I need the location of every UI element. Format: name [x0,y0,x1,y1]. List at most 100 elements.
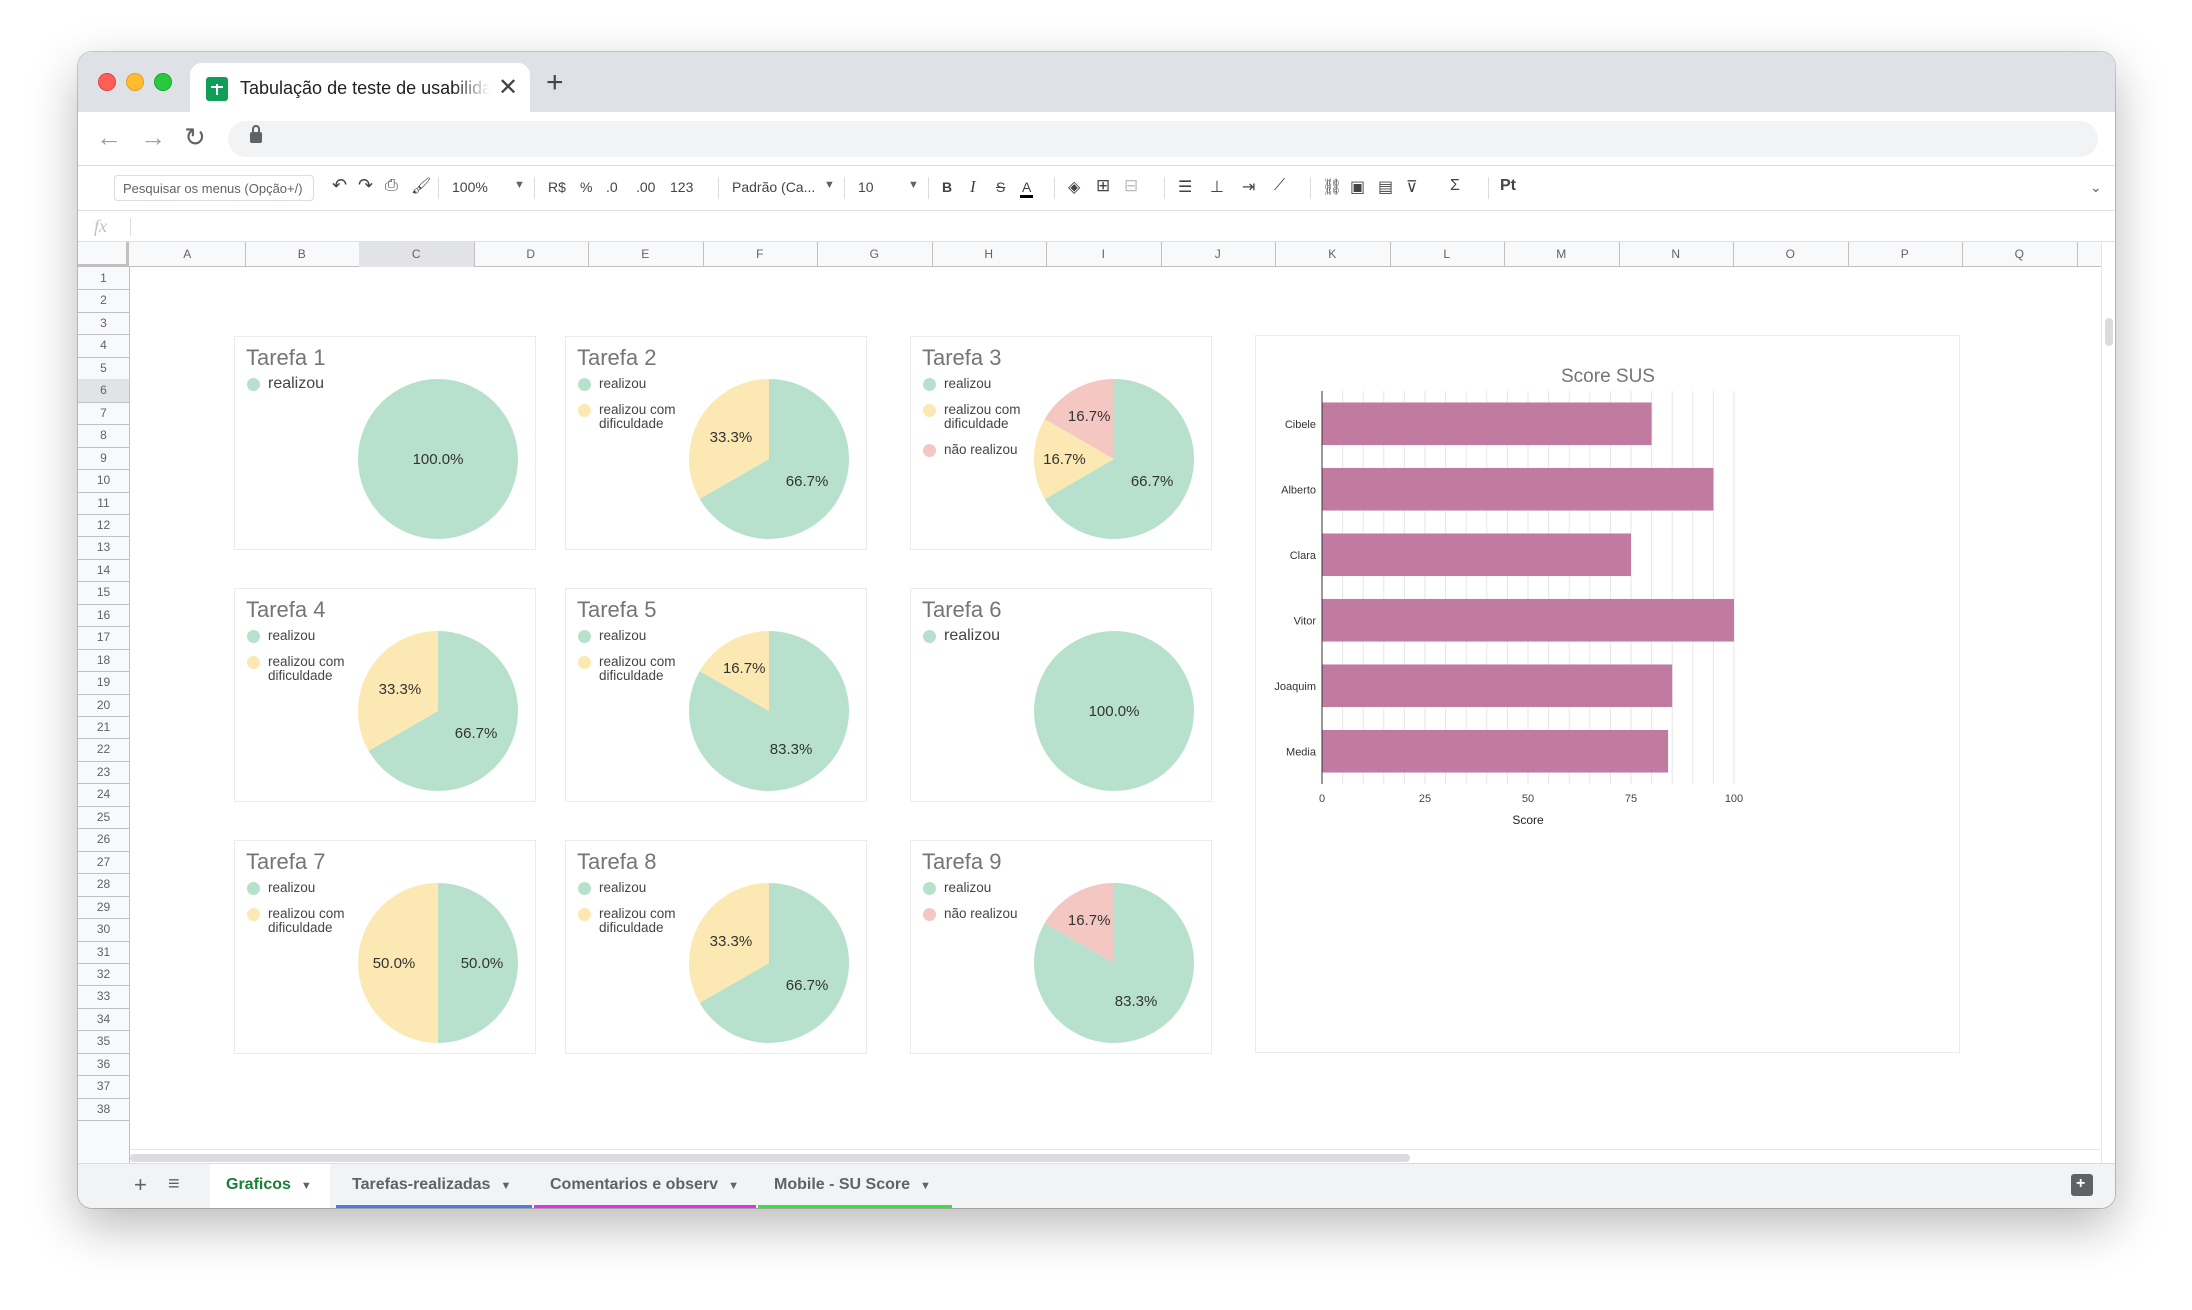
reload-icon[interactable]: ↻ [184,122,206,153]
select-all-corner[interactable] [78,242,129,267]
new-tab-button[interactable]: + [546,66,564,100]
close-tab-icon[interactable]: ✕ [498,73,518,102]
sheet-tab-3[interactable]: Comentarios e observ ▼ [534,1164,756,1208]
formula-bar[interactable]: fx [78,212,2115,242]
pie-chart-tarefa-8[interactable]: Tarefa 8 realizou realizou com dificuldade… [565,840,867,1054]
pie-chart-tarefa-2[interactable]: Tarefa 2 realizou realizou com dificuldade… [565,336,867,550]
row-header-6[interactable]: 6 [78,383,129,397]
increase-decimals-button[interactable]: .00 [636,179,655,195]
column-header-f[interactable]: F [703,247,818,261]
row-header-10[interactable]: 10 [78,473,129,487]
url-input[interactable] [228,121,2098,157]
column-header-d[interactable]: D [474,247,589,261]
row-header-5[interactable]: 5 [78,361,129,375]
font-size-select[interactable]: 10 [858,179,874,195]
align-vertical-icon[interactable]: ⊥ [1210,177,1224,197]
horizontal-scrollbar[interactable] [130,1149,2100,1163]
percent-format-button[interactable]: % [580,179,592,195]
sheet-tab-caret-icon[interactable]: ▼ [500,1180,511,1192]
bar-joaquim[interactable] [1322,664,1673,708]
italic-button[interactable]: I [970,177,976,197]
close-window-button[interactable] [98,73,116,91]
text-color-button[interactable]: A [1020,179,1034,198]
row-header-27[interactable]: 27 [78,855,129,869]
sheet-tab-4[interactable]: Mobile - SU Score ▼ [758,1164,952,1208]
zoom-select[interactable]: 100% [452,179,488,195]
currency-format-button[interactable]: R$ [548,179,566,195]
maximize-window-button[interactable] [154,73,172,91]
row-header-17[interactable]: 17 [78,630,129,644]
row-header-22[interactable]: 22 [78,742,129,756]
score-sus-chart[interactable]: Score SUS Cibele Alberto Clara Vitor Joaquim M… [1255,335,1960,1053]
bar-clara[interactable] [1322,533,1631,577]
row-header-3[interactable]: 3 [78,316,129,330]
row-header-35[interactable]: 35 [78,1034,129,1048]
row-header-36[interactable]: 36 [78,1057,129,1071]
column-header-j[interactable]: J [1161,247,1276,261]
vertical-scrollbar[interactable] [2101,242,2115,1202]
row-header-2[interactable]: 2 [78,293,129,307]
column-header-e[interactable]: E [588,247,703,261]
row-header-24[interactable]: 24 [78,787,129,801]
pie-chart-tarefa-4[interactable]: Tarefa 4 realizou realizou com dificuldade… [234,588,536,802]
bold-button[interactable]: B [942,179,952,195]
pie-chart-tarefa-3[interactable]: Tarefa 3 realizou realizou com dificuldade… [910,336,1212,550]
row-header-16[interactable]: 16 [78,608,129,622]
borders-icon[interactable]: ⊞ [1096,176,1110,196]
column-header-n[interactable]: N [1619,247,1734,261]
strikethrough-button[interactable]: S [996,179,1005,195]
row-header-38[interactable]: 38 [78,1102,129,1116]
font-select[interactable]: Padrão (Ca... [732,179,815,195]
more-formats-button[interactable]: 123 [670,179,693,195]
row-header-25[interactable]: 25 [78,810,129,824]
undo-icon[interactable]: ↶ [332,175,347,196]
row-header-23[interactable]: 23 [78,765,129,779]
row-header-28[interactable]: 28 [78,877,129,891]
column-header-k[interactable]: K [1275,247,1390,261]
column-header-g[interactable]: G [817,247,932,261]
row-header-33[interactable]: 33 [78,989,129,1003]
row-header-13[interactable]: 13 [78,540,129,554]
merge-cells-icon[interactable]: ⊟ [1124,176,1138,196]
decrease-decimals-button[interactable]: .0 [606,179,618,195]
text-wrap-icon[interactable]: ⇥ [1242,177,1255,197]
row-header-26[interactable]: 26 [78,832,129,846]
pie-chart-tarefa-5[interactable]: Tarefa 5 realizou realizou com dificuldade… [565,588,867,802]
filter-icon[interactable]: ⊽ [1406,177,1418,197]
pie-chart-tarefa-1[interactable]: Tarefa 1 realizou 100.0% [234,336,536,550]
row-header-20[interactable]: 20 [78,698,129,712]
column-header-m[interactable]: M [1504,247,1619,261]
insert-link-icon[interactable]: ⛓ [1322,177,1342,197]
row-header-29[interactable]: 29 [78,900,129,914]
row-header-21[interactable]: 21 [78,720,129,734]
forward-icon[interactable]: → [140,122,166,153]
align-horizontal-icon[interactable]: ☰ [1178,177,1192,197]
minimize-window-button[interactable] [126,73,144,91]
column-header-i[interactable]: I [1046,247,1161,261]
row-header-19[interactable]: 19 [78,675,129,689]
column-header-o[interactable]: O [1733,247,1848,261]
row-header-8[interactable]: 8 [78,428,129,442]
sheet-tab-caret-icon[interactable]: ▼ [301,1180,312,1192]
column-header-a[interactable]: A [130,247,245,261]
column-header-p[interactable]: P [1848,247,1963,261]
sheet-tab-1[interactable]: Graficos ▼ [210,1164,330,1208]
row-header-30[interactable]: 30 [78,922,129,936]
print-icon[interactable]: ⎙ [385,177,398,195]
column-header-q[interactable]: Q [1962,247,2077,261]
row-header-1[interactable]: 1 [78,271,129,285]
menu-search-input[interactable]: Pesquisar os menus (Opção+/) [114,175,314,201]
sheet-tab-2[interactable]: Tarefas-realizadas ▼ [336,1164,532,1208]
explore-icon[interactable] [2071,1174,2093,1196]
row-header-7[interactable]: 7 [78,406,129,420]
input-tools-icon[interactable]: Pt [1500,177,1516,195]
collapse-toolbar-icon[interactable]: ⌄ [2090,179,2102,196]
paint-format-icon[interactable]: 🖌 [411,176,431,196]
row-header-9[interactable]: 9 [78,451,129,465]
back-icon[interactable]: ← [96,122,122,153]
functions-icon[interactable]: Σ [1450,177,1460,195]
column-header-c[interactable]: C [359,247,474,261]
row-header-32[interactable]: 32 [78,967,129,981]
add-sheet-button[interactable]: + [134,1172,147,1198]
all-sheets-button[interactable]: ≡ [168,1173,180,1196]
